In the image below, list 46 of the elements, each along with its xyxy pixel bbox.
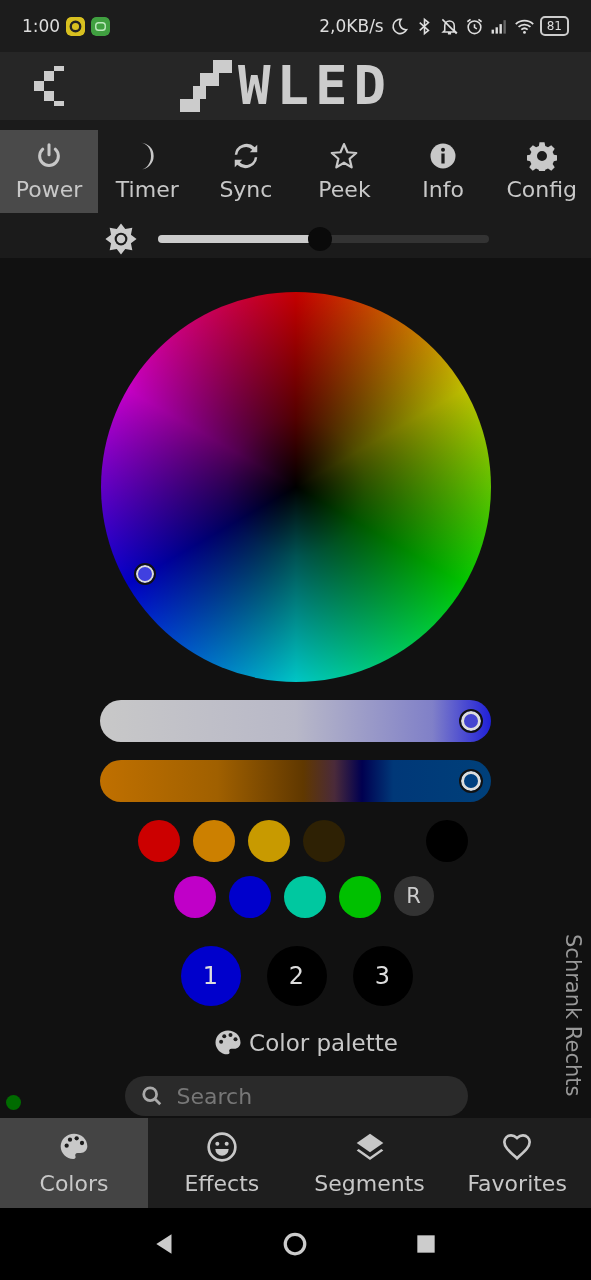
- color-slot-button[interactable]: 2: [266, 946, 327, 1006]
- alarm-icon: [464, 16, 484, 36]
- home-icon[interactable]: [282, 1231, 309, 1257]
- color-swatch[interactable]: [338, 876, 381, 918]
- random-color-button[interactable]: R: [393, 876, 434, 916]
- temperature-slider[interactable]: [100, 760, 491, 802]
- color-swatch[interactable]: [173, 876, 216, 918]
- color-wheel-handle[interactable]: [133, 563, 156, 585]
- logo: WLED: [238, 60, 393, 112]
- color-swatch[interactable]: [192, 820, 235, 862]
- back-icon[interactable]: [34, 64, 64, 108]
- toolbar-tab[interactable]: Timer: [98, 130, 197, 213]
- network-speed: 2,0KB/s: [319, 16, 384, 36]
- bottom-nav-tab[interactable]: Colors: [0, 1118, 148, 1208]
- logo-slash-icon: [178, 60, 234, 112]
- toolbar-tab[interactable]: Info: [393, 130, 493, 213]
- toolbar-tab[interactable]: Config: [492, 130, 591, 213]
- robot-notification-icon: [91, 16, 111, 36]
- color-swatch[interactable]: [283, 876, 326, 918]
- slider-handle[interactable]: [459, 709, 484, 733]
- color-swatch[interactable]: [228, 876, 271, 918]
- search-field[interactable]: Search: [124, 1076, 468, 1116]
- color-swatch[interactable]: [247, 820, 290, 862]
- device-name: Schrank Rechts: [561, 934, 585, 1097]
- color-slot-button[interactable]: 1: [180, 946, 241, 1006]
- battery-level: 81: [539, 16, 569, 36]
- color-swatch[interactable]: [302, 820, 345, 862]
- toolbar-tab[interactable]: Power: [0, 130, 98, 213]
- bottom-nav-tab[interactable]: Segments: [295, 1118, 444, 1208]
- color-swatch[interactable]: [137, 820, 180, 862]
- color-slot-button[interactable]: 3: [352, 946, 413, 1006]
- search-icon: [140, 1085, 163, 1107]
- settings-icon: [526, 141, 557, 171]
- star-icon: [329, 141, 360, 171]
- bottom-nav-tab[interactable]: Favorites: [443, 1118, 591, 1208]
- bottom-nav-tab[interactable]: Effects: [148, 1118, 296, 1208]
- smiley-icon: [205, 1130, 238, 1163]
- toolbar-tab[interactable]: Peek: [295, 130, 394, 213]
- toolbar-tab[interactable]: Sync: [196, 130, 296, 213]
- slider-handle[interactable]: [459, 769, 484, 793]
- saturation-slider[interactable]: [100, 700, 491, 742]
- section-heading: Color palette: [249, 1030, 398, 1056]
- clock: 1:00: [22, 16, 61, 36]
- ring-notification-icon: [66, 16, 86, 36]
- moon-icon: [389, 16, 409, 36]
- bell-off-icon: [439, 16, 459, 36]
